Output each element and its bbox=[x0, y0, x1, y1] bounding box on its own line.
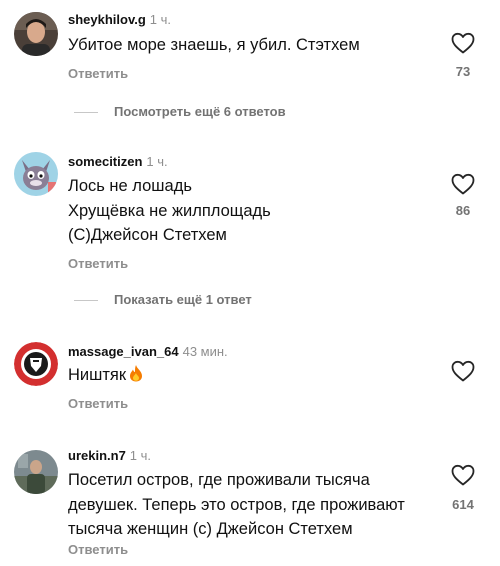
username[interactable]: urekin.n7 bbox=[68, 448, 126, 463]
username[interactable]: somecitizen bbox=[68, 154, 142, 169]
timestamp: 43 мин. bbox=[182, 344, 228, 359]
heart-outline-icon[interactable] bbox=[451, 360, 475, 382]
comment-line: девушек. Теперь это остров, где проживаю… bbox=[68, 495, 405, 514]
avatar[interactable] bbox=[14, 152, 58, 196]
comment-line-text: Ништяк bbox=[68, 366, 127, 384]
view-more-replies-button[interactable]: Показать ещё 1 ответ bbox=[68, 292, 252, 307]
view-more-replies-label: Показать ещё 1 ответ bbox=[114, 292, 252, 307]
avatar[interactable] bbox=[14, 12, 58, 56]
comment-text: Лось не лошадь Хрущёвка не жилплощадь (С… bbox=[68, 174, 271, 248]
username[interactable]: massage_ivan_64 bbox=[68, 344, 179, 359]
reply-button[interactable]: Ответить bbox=[68, 542, 128, 557]
timestamp: 1 ч. bbox=[146, 154, 168, 169]
avatar[interactable] bbox=[14, 450, 58, 494]
timestamp: 1 ч. bbox=[149, 12, 172, 27]
reply-button[interactable]: Ответить bbox=[68, 396, 128, 411]
username[interactable]: sheykhilov.g bbox=[68, 12, 146, 27]
like-count: 614 bbox=[452, 497, 474, 512]
comment-text: Посетил остров, где проживали тысяча дев… bbox=[68, 468, 405, 542]
avatar[interactable] bbox=[14, 342, 58, 386]
view-more-replies-button[interactable]: Посмотреть ещё 6 ответов bbox=[68, 104, 286, 119]
comment-line: тысяча женщин (с) Джейсон Стетхем bbox=[68, 520, 353, 538]
comment-line: Убитое море знаешь, я убил. Стэтхем bbox=[68, 36, 360, 54]
comment-text: Убитое море знаешь, я убил. Стэтхем bbox=[68, 33, 360, 58]
thread-line bbox=[74, 300, 98, 302]
comment-line: Посетил остров, где проживали тысяча bbox=[68, 471, 370, 489]
reply-button[interactable]: Ответить bbox=[68, 256, 128, 271]
comment-line: (С)Джейсон Стетхем bbox=[68, 226, 227, 244]
comment-line: Ништяк bbox=[68, 363, 144, 388]
comment-text: Ништяк bbox=[68, 363, 144, 388]
heart-outline-icon[interactable] bbox=[451, 464, 475, 486]
view-more-replies-label: Посмотреть ещё 6 ответов bbox=[114, 104, 286, 119]
comment-line: Хрущёвка не жилплощадь bbox=[68, 201, 271, 220]
comment-meta: somecitizen 1 ч. bbox=[68, 154, 168, 169]
comment-meta: massage_ivan_64 43 мин. bbox=[68, 344, 228, 359]
fire-emoji-icon bbox=[130, 365, 143, 382]
like-count: 86 bbox=[455, 203, 471, 218]
heart-outline-icon[interactable] bbox=[451, 32, 475, 54]
thread-line bbox=[74, 112, 98, 114]
like-count: 73 bbox=[455, 64, 471, 79]
comment-line: Лось не лошадь bbox=[68, 177, 192, 195]
reply-button[interactable]: Ответить bbox=[68, 66, 128, 81]
timestamp: 1 ч. bbox=[129, 448, 152, 463]
comment-meta: sheykhilov.g 1 ч. bbox=[68, 12, 171, 27]
comment-meta: urekin.n7 1 ч. bbox=[68, 448, 151, 463]
heart-outline-icon[interactable] bbox=[451, 173, 475, 195]
